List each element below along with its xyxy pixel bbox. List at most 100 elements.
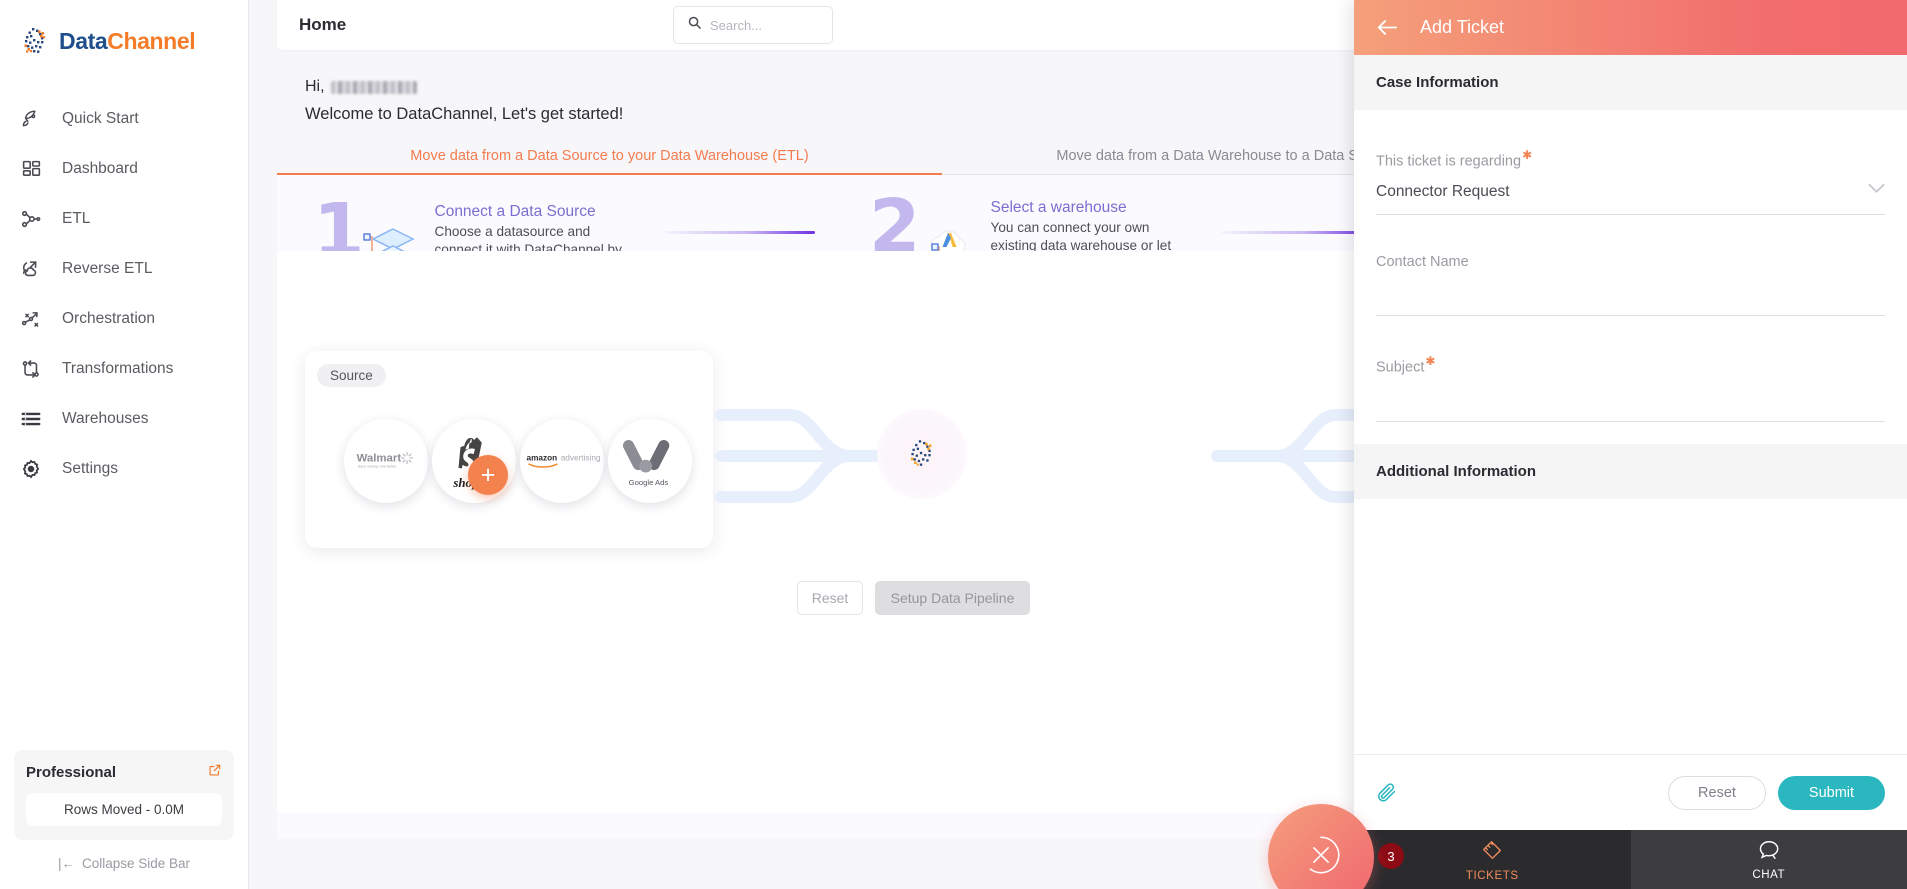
sidebar-footer: Professional Rows Moved - 0.0M |← Collap… — [0, 750, 248, 889]
svg-text:Walmart: Walmart — [357, 453, 402, 465]
ticket-panel-actions: Reset Submit — [1354, 754, 1907, 830]
ticket-icon — [1480, 838, 1504, 867]
orchestration-icon — [18, 306, 44, 332]
section-additional-information: Additional Information — [1354, 443, 1907, 499]
svg-text:Save money. Live better.: Save money. Live better. — [358, 465, 397, 469]
collapse-arrow-icon: |← — [57, 856, 75, 871]
gear-icon — [18, 456, 44, 482]
source-badge: Source — [317, 364, 386, 387]
ticket-reset-button[interactable]: Reset — [1668, 775, 1766, 810]
rocket-icon — [18, 106, 44, 132]
datachannel-logo-icon — [18, 24, 52, 58]
add-ticket-panel: Add Ticket Case Information This ticket … — [1354, 0, 1907, 889]
reset-button[interactable]: Reset — [797, 581, 863, 615]
brand-name-data: Data — [59, 27, 108, 54]
source-google-ads[interactable]: Google Ads — [608, 419, 692, 503]
ticket-panel-title: Add Ticket — [1420, 17, 1505, 37]
bottom-tab-label: CHAT — [1752, 868, 1786, 881]
field-label: Contact Name — [1376, 254, 1469, 271]
reverse-etl-icon — [18, 256, 44, 282]
pipeline-actions: Reset Setup Data Pipeline — [797, 581, 1030, 615]
brand-logo[interactable]: DataChannel — [0, 0, 248, 58]
chat-bubble-icon — [1757, 839, 1781, 866]
bottom-tab-label: TICKETS — [1465, 869, 1519, 882]
sidebar-item-label: Transformations — [62, 360, 174, 377]
svg-text:amazon: amazon — [527, 453, 558, 462]
tickets-badge: 3 — [1378, 843, 1404, 869]
field-label: This ticket is regarding — [1376, 153, 1522, 170]
field-subject[interactable]: Subject✱ — [1376, 316, 1885, 422]
ticket-panel-header: Add Ticket — [1354, 0, 1907, 55]
svg-text:Google Ads: Google Ads — [629, 478, 669, 487]
external-link-icon[interactable] — [208, 763, 222, 782]
required-asterisk: ✱ — [1425, 354, 1436, 369]
collapse-sidebar-button[interactable]: |← Collapse Side Bar — [14, 856, 234, 871]
add-source-button[interactable]: + — [468, 455, 508, 495]
sidebar-item-label: Orchestration — [62, 310, 156, 327]
etl-icon — [18, 206, 44, 232]
sidebar-item-dashboard[interactable]: Dashboard — [0, 144, 248, 194]
step-title: Connect a Data Source — [434, 203, 596, 220]
sidebar-item-etl[interactable]: ETL — [0, 194, 248, 244]
tab-etl[interactable]: Move data from a Data Source to your Dat… — [277, 142, 942, 175]
section-case-information: Case Information — [1354, 55, 1907, 110]
sidebar-item-warehouses[interactable]: Warehouses — [0, 394, 248, 444]
brand-name: DataChannel — [59, 27, 196, 55]
page-title: Home — [299, 15, 347, 34]
search-box[interactable] — [673, 6, 833, 44]
svg-text:advertising: advertising — [561, 453, 600, 462]
field-value — [1376, 284, 1885, 304]
bottom-tab-chat[interactable]: CHAT — [1630, 830, 1907, 889]
pipeline-illustration-icon — [713, 401, 1413, 511]
step-title: Select a warehouse — [990, 199, 1127, 216]
step-connector-2 — [1221, 231, 1371, 234]
search-icon — [687, 15, 702, 35]
source-walmart[interactable]: Walmart Save money. Live better. — [344, 419, 428, 503]
sidebar-item-label: Dashboard — [62, 160, 138, 177]
ticket-submit-button[interactable]: Submit — [1778, 775, 1885, 810]
ticket-form-blank-area — [1354, 498, 1907, 754]
greeting-prefix: Hi, — [305, 78, 325, 95]
required-asterisk: ✱ — [1522, 148, 1533, 162]
plan-name: Professional — [26, 764, 117, 781]
sidebar-item-reverse-etl[interactable]: Reverse ETL — [0, 244, 248, 294]
datachannel-hub-icon — [877, 409, 967, 499]
bottom-tab-tickets[interactable]: 3 TICKETS — [1354, 830, 1631, 889]
sidebar-item-orchestration[interactable]: Orchestration — [0, 294, 248, 344]
setup-data-pipeline-button[interactable]: Setup Data Pipeline — [875, 581, 1030, 615]
field-underline — [1376, 420, 1885, 422]
field-label: Subject — [1376, 359, 1425, 376]
field-contact-name[interactable]: Contact Name — [1376, 215, 1885, 317]
warehouse-icon — [18, 406, 44, 432]
source-bubbles: Walmart Save money. Live better. amazon … — [344, 419, 692, 503]
collapse-sidebar-label: Collapse Side Bar — [81, 856, 191, 871]
chevron-down-icon[interactable] — [1868, 181, 1885, 199]
sidebar-item-label: Warehouses — [62, 410, 149, 427]
step-connector-1 — [665, 231, 815, 234]
plan-card: Professional Rows Moved - 0.0M — [14, 750, 234, 840]
sidebar-nav: Quick Start Dashboard ETL Reverse ETL Or… — [0, 94, 248, 494]
sidebar-item-settings[interactable]: Settings — [0, 444, 248, 494]
redacted-username — [330, 80, 417, 94]
brand-name-channel: Channel — [107, 27, 196, 54]
ticket-form: This ticket is regarding✱ Connector Requ… — [1354, 110, 1907, 422]
sidebar-item-transformations[interactable]: Transformations — [0, 344, 248, 394]
source-amazon-advertising[interactable]: amazon advertising — [520, 419, 604, 503]
sidebar: DataChannel Quick Start Dashboard ETL Re… — [0, 0, 249, 889]
step-number: 2 — [869, 184, 921, 270]
sidebar-item-label: Reverse ETL — [62, 260, 153, 277]
close-circle-icon — [1300, 834, 1342, 881]
sidebar-item-quick-start[interactable]: Quick Start — [0, 94, 248, 144]
paperclip-icon[interactable] — [1376, 782, 1398, 804]
sidebar-item-label: Quick Start — [62, 110, 139, 127]
rows-moved-button[interactable]: Rows Moved - 0.0M — [26, 793, 222, 826]
transformations-icon — [18, 356, 44, 382]
app-root: DataChannel Quick Start Dashboard ETL Re… — [0, 0, 1907, 889]
search-input[interactable] — [710, 17, 810, 33]
ticket-panel-bottom-tabs: 3 TICKETS CHAT — [1354, 830, 1907, 889]
field-ticket-regarding[interactable]: This ticket is regarding✱ Connector Requ… — [1376, 110, 1885, 216]
source-card: Source Walmart Save money. Live better. — [305, 351, 713, 548]
grid-icon — [18, 156, 44, 182]
arrow-left-icon[interactable] — [1376, 18, 1398, 37]
sidebar-item-label: ETL — [62, 210, 91, 227]
